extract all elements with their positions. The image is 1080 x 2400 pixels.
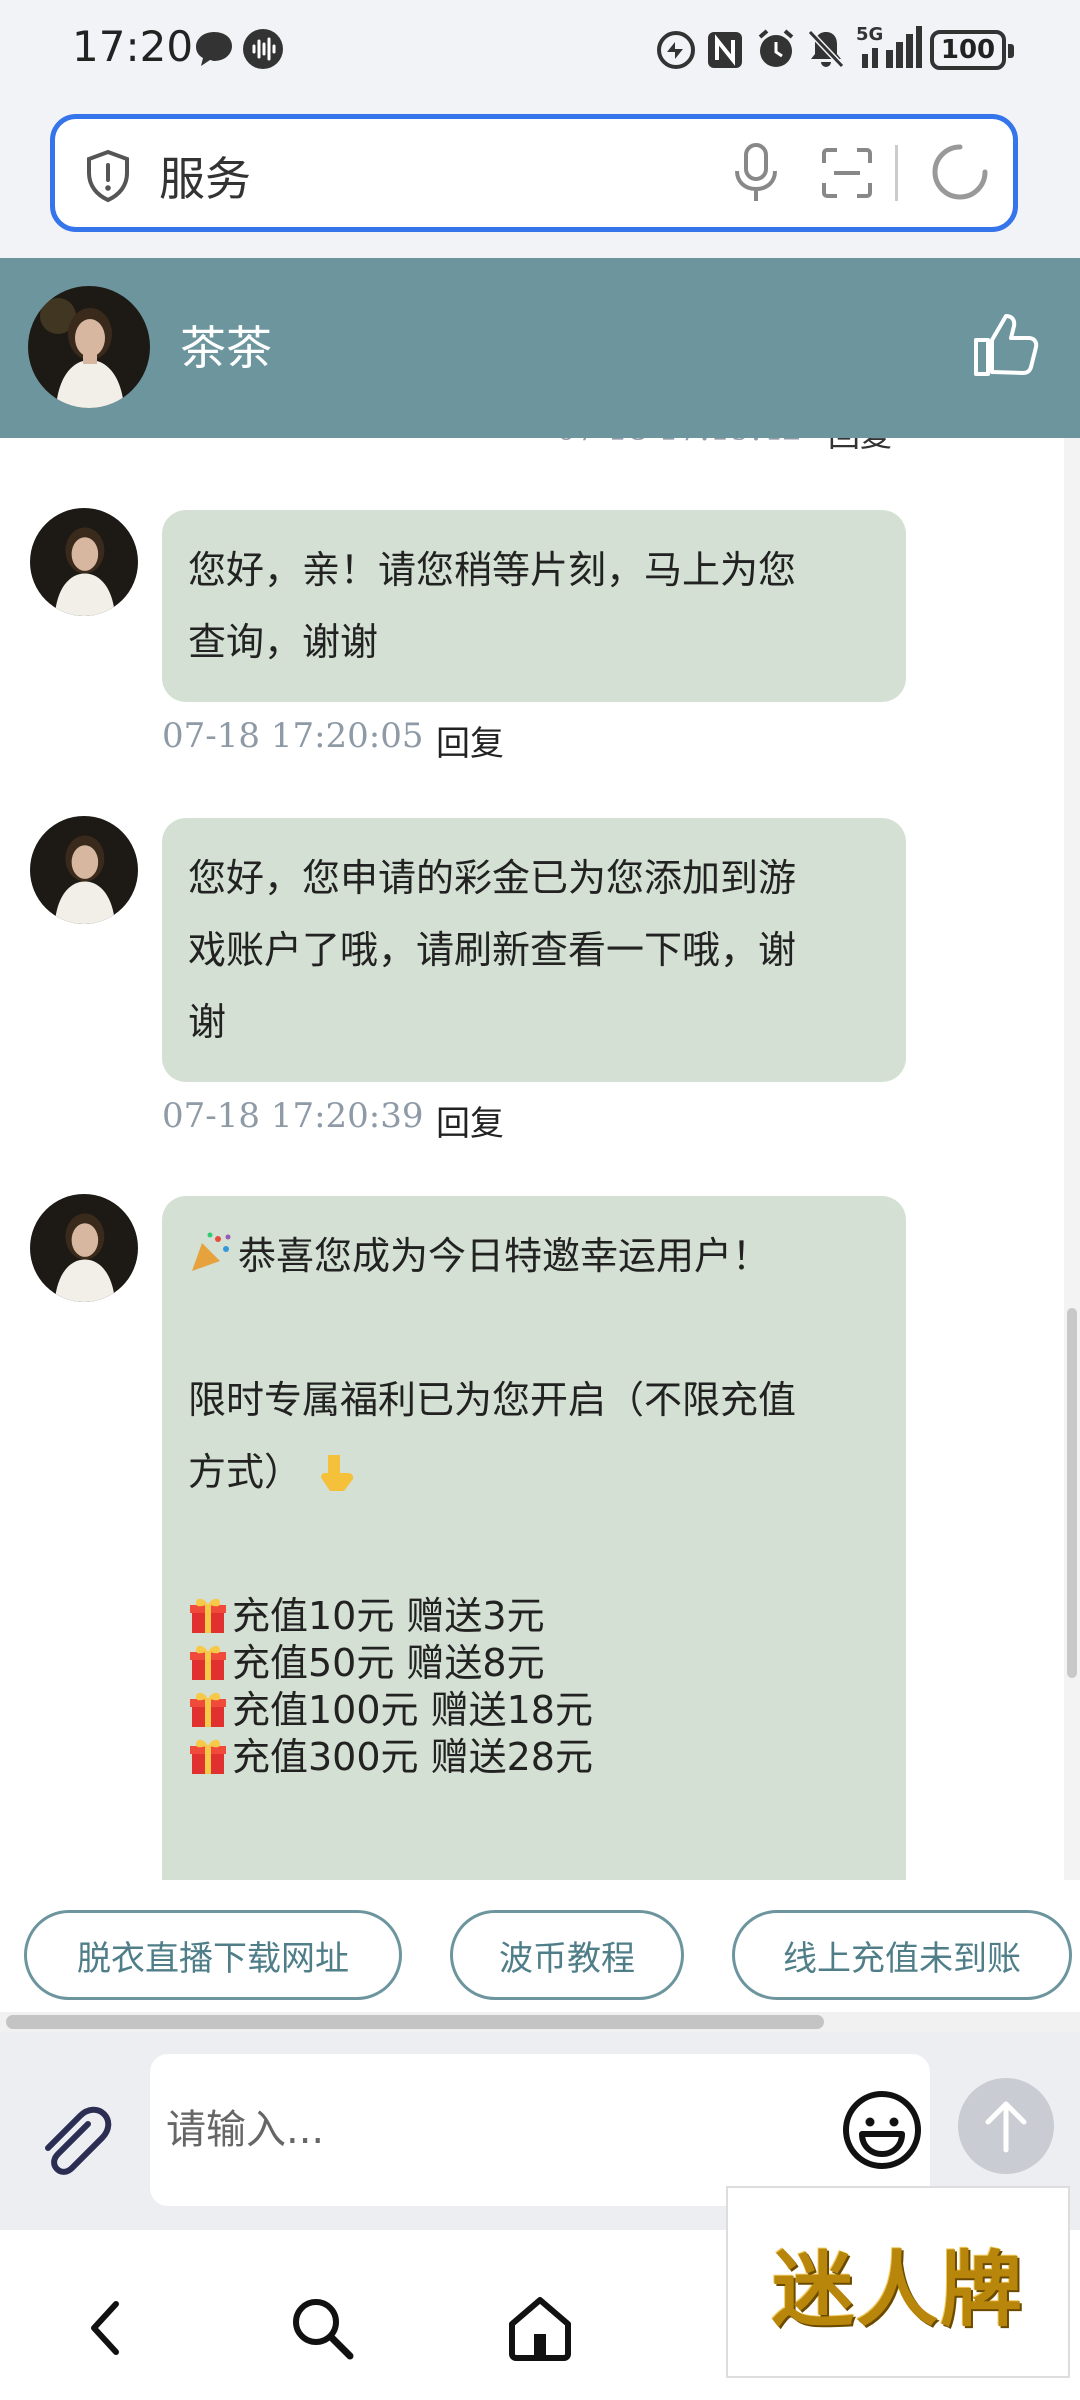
message-timestamp: 07-18 17:20:39 (162, 1096, 424, 1136)
refresh-icon[interactable] (929, 141, 991, 203)
status-time: 17:20 (72, 22, 194, 71)
mute-icon (807, 29, 845, 69)
pointing-down-icon (314, 1450, 358, 1494)
message-text: 您好，您申请的彩金已为您添加到游 (188, 856, 797, 900)
address-text: 服务 (159, 152, 251, 206)
quick-reply-chip[interactable]: 波币教程 (450, 1910, 684, 2000)
promo-intro: 方式） (188, 1450, 303, 1494)
reply-link[interactable]: 回复 (436, 716, 504, 765)
horizontal-scrollbar[interactable] (0, 2012, 1080, 2032)
quick-reply-chip[interactable]: 脱衣直播下载网址 (24, 1910, 402, 2000)
vertical-scrollbar[interactable] (1064, 438, 1080, 1880)
send-button[interactable] (958, 2078, 1054, 2174)
signal-icon: 5G (856, 24, 922, 70)
message-timestamp: 07-18 17:20:05 (162, 716, 424, 756)
reply-link[interactable]: 回复 (436, 1096, 504, 1145)
message-bubble: 您好，您申请的彩金已为您添加到游 戏账户了哦，请刷新查看一下哦，谢 谢 (162, 818, 906, 1082)
agent-avatar[interactable] (28, 286, 150, 408)
toolbar-divider (895, 145, 898, 201)
message-timestamp: 07-18 17:19:42 (556, 438, 802, 448)
paperclip-icon[interactable] (32, 2100, 116, 2184)
message-text: 戏账户了哦，请刷新查看一下哦，谢 (188, 928, 797, 972)
message-text: 您好，亲！请您稍等片刻，马上为您 (188, 548, 797, 592)
shield-icon[interactable] (85, 149, 131, 203)
agent-avatar[interactable] (30, 508, 138, 616)
arrow-up-icon (985, 2101, 1027, 2153)
reply-link[interactable]: 回复 (828, 438, 892, 456)
location-icon (657, 31, 695, 69)
message-bubble: 您好，亲！请您稍等片刻，马上为您 查询，谢谢 (162, 510, 906, 702)
scrollbar-thumb[interactable] (1067, 1308, 1077, 1678)
back-icon[interactable] (72, 2292, 144, 2364)
quick-reply-bar: 脱衣直播下载网址 波币教程 线上充值未到账 (0, 1880, 1080, 2012)
quick-reply-chip[interactable]: 线上充值未到账 (732, 1910, 1072, 2000)
gift-icon (188, 1721, 232, 1793)
alarm-icon (758, 29, 794, 67)
message-text: 查询，谢谢 (188, 620, 379, 664)
search-icon[interactable] (286, 2292, 358, 2364)
promo-title: 恭喜您成为今日特邀幸运用户！ (238, 1234, 771, 1278)
party-popper-icon (188, 1220, 238, 1292)
browser-toolbar: 服务 (0, 100, 1080, 258)
agent-name: 茶茶 (180, 321, 272, 375)
home-icon[interactable] (504, 2292, 576, 2364)
message-text: 谢 (188, 1000, 227, 1044)
message-input[interactable] (150, 2054, 930, 2206)
agent-avatar[interactable] (30, 816, 138, 924)
audio-notification-icon (243, 29, 283, 69)
scrollbar-thumb[interactable] (6, 2015, 824, 2029)
chat-notification-icon (196, 32, 232, 66)
scan-icon[interactable] (821, 147, 873, 199)
promo-intro: 限时专属福利已为您开启（不限充值 (188, 1378, 797, 1422)
microphone-icon[interactable] (731, 143, 781, 205)
brand-watermark: 迷人牌 (726, 2186, 1070, 2378)
message-bubble: 恭喜您成为今日特邀幸运用户！ 限时专属福利已为您开启（不限充值 方式） 充值10… (162, 1196, 906, 1880)
battery-indicator: 100 (930, 30, 1014, 70)
thumbs-up-icon[interactable] (970, 310, 1040, 380)
emoji-icon[interactable] (840, 2088, 924, 2172)
message-list[interactable]: 07-18 17:19:42 回复 您好，亲！请您稍等片刻，马上为您 查询，谢谢… (0, 438, 1064, 1880)
watermark-logo: 迷人牌 (771, 2241, 1024, 2338)
address-bar[interactable]: 服务 (50, 114, 1018, 232)
nfc-icon (708, 32, 742, 68)
offer-item: 充值300元 赠送28元 (232, 1735, 593, 1779)
agent-avatar[interactable] (30, 1194, 138, 1302)
status-bar: 17:20 5G 100 (0, 0, 1080, 100)
chat-header: 茶茶 (0, 258, 1080, 438)
